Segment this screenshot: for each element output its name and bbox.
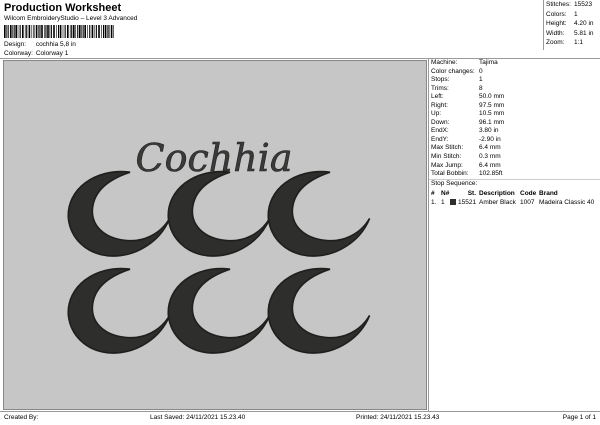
detail-row: Right: 97.5 mm [429,102,600,111]
design-value: cochhia 5,8 in [35,41,76,48]
detail-value: 97.5 mm [479,101,505,109]
detail-value: 6.4 mm [479,144,501,152]
last-saved: Last Saved: 24/11/2021 15.23.40 [150,414,246,421]
design-preview-canvas: Cochhia [3,60,427,410]
detail-value: 0 [479,67,483,75]
detail-value: 50.0 mm [479,93,505,101]
stop-sequence-label: Stop Sequence: [429,178,600,189]
detail-label: Left: [431,93,444,101]
col-header: Description [479,190,515,198]
detail-value: 8 [479,84,483,92]
detail-label: Trims: [431,84,449,92]
embroidery-design-preview: Cochhia [67,136,371,354]
detail-label: Min Stitch: [431,153,462,161]
detail-label: Color changes: [431,67,475,75]
col-header: # [431,190,435,198]
stat-row: Stitches: 15523 [544,0,600,10]
colorway-row: Colorway: Colorway 1 [4,50,68,57]
stat-value: 1 [574,10,578,18]
detail-row: EndX: 3.80 in [429,127,600,136]
worksheet-title: Production Worksheet [4,2,122,14]
col-header: Code [520,190,537,198]
stat-row: Zoom: 1:1 [544,38,600,48]
col-header: St. [467,190,476,198]
stat-label: Colors: [546,10,567,18]
detail-row: Stops: 1 [429,76,600,85]
detail-value: 6.4 mm [479,161,501,169]
stat-label: Stitches: [546,1,571,8]
col-header [450,189,458,198]
cell: Amber Black [479,199,516,207]
detail-label: Machine: [431,59,458,66]
cell: 15521 [458,199,477,207]
stop-sequence-title: Stop Sequence: [431,179,478,187]
detail-row: Min Stitch: 0.3 mm [429,153,600,162]
detail-label: EndX: [431,127,449,135]
detail-label: Down: [431,118,450,126]
detail-row: Left: 50.0 mm [429,93,600,102]
detail-row: Trims: 8 [429,85,600,94]
detail-value: 102.85ft [479,170,503,178]
col-header: N# [441,190,450,198]
design-row: Design: cochhia 5,8 in [4,41,76,48]
stat-label: Height: [546,20,567,27]
stat-label: Width: [546,29,565,37]
wave-row-bottom [67,267,371,354]
detail-row: Color changes: 0 [429,68,600,77]
detail-row: EndY: -2.90 in [429,136,600,145]
thread-color-swatch [450,198,458,207]
barcode-image [4,25,114,38]
stat-row: Height: 4.20 in [544,19,600,29]
stat-label: Zoom: [546,39,565,46]
created-by: Created By: [4,414,39,421]
wave-row-top [67,170,371,257]
detail-label: Right: [431,101,448,109]
detail-row: Max Jump: 6.4 mm [429,162,600,171]
detail-label: Max Stitch: [431,144,464,152]
stop-sequence-header: # N# St. Description Code Brand [429,189,600,198]
colorway-label: Colorway: [4,50,33,57]
stat-value: 4.20 in [574,20,594,27]
design-label: Design: [4,41,27,48]
stop-sequence-row: 1. 1 15521 Amber Black 1007 Madeira Clas… [429,198,600,207]
detail-row: Down: 96.1 mm [429,119,600,128]
page-number: Page 1 of 1 [562,414,596,421]
cell: 1 [441,199,445,207]
stat-value: 1:1 [574,39,584,46]
detail-label: Up: [431,110,442,118]
summary-stats-panel: Stitches: 15523 Colors: 1 Height: 4.20 in W… [543,0,600,50]
cell: 1. [431,199,437,207]
detail-row: Up: 10.5 mm [429,110,600,119]
detail-label: Total Bobbin: [431,170,469,178]
detail-row: Total Bobbin: 102.85ft [429,170,600,179]
colorway-value: Colorway 1 [35,50,69,57]
detail-row: Max Stitch: 6.4 mm [429,144,600,153]
printed-date: Printed: 24/11/2021 15.23.43 [356,414,440,421]
stat-row: Colors: 1 [544,10,600,20]
detail-value: 96.1 mm [479,118,505,126]
stat-row: Width: 5.81 in [544,29,600,39]
detail-label: Max Jump: [431,161,463,169]
stat-value: 15523 [574,1,593,8]
cell: 1007 [520,199,535,207]
cell: Madeira Classic 40 [539,199,595,207]
detail-value: 0.3 mm [479,153,501,161]
detail-value: -2.90 in [479,135,501,143]
detail-row: Machine: Tajima [429,59,600,68]
software-subtitle: Wilcom EmbroideryStudio – Level 3 Advanc… [4,15,138,22]
detail-label: EndY: [431,135,449,143]
detail-value: Tajima [479,59,498,66]
detail-value: 1 [479,76,483,84]
detail-label: Stops: [431,76,450,84]
detail-value: 10.5 mm [479,110,505,118]
col-header: Brand [539,190,558,198]
stat-value: 5.81 in [574,29,594,37]
detail-value: 3.80 in [479,127,499,135]
page-footer: Created By: Last Saved: 24/11/2021 15.23… [0,411,600,425]
machine-details-panel: Machine: Tajima Color changes: 0 Stops: 1 Trim… [428,59,600,411]
